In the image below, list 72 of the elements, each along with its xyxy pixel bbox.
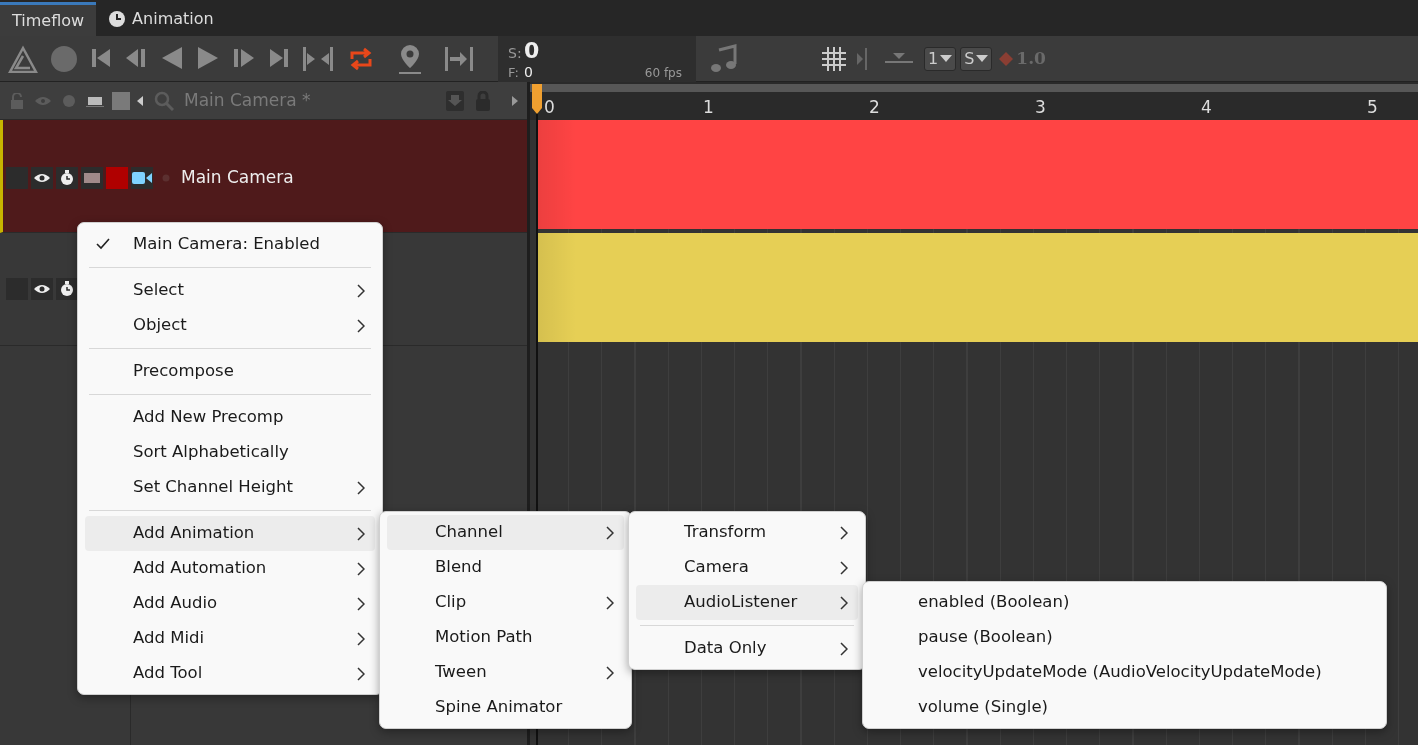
menu-item[interactable]: Spine Animator xyxy=(387,690,624,725)
menu-item[interactable]: Add Automation xyxy=(85,551,375,586)
menu-item[interactable]: Set Channel Height xyxy=(85,470,375,505)
ruler-label: 2 xyxy=(869,96,880,119)
track-rect-toggle[interactable] xyxy=(81,166,103,189)
lock-toggle[interactable] xyxy=(6,166,28,189)
menu-item[interactable]: Tween xyxy=(387,655,624,690)
color-swatch-icon[interactable] xyxy=(112,91,130,110)
frames-label: F: xyxy=(508,63,519,82)
visibility-toggle[interactable] xyxy=(31,278,53,300)
menu-item[interactable]: Select xyxy=(85,273,375,308)
menu-item[interactable]: Precompose xyxy=(85,354,375,389)
seconds-label: S: xyxy=(508,43,522,63)
menu-item[interactable]: Data Only xyxy=(636,631,858,666)
search-icon xyxy=(154,90,174,111)
visibility-toggle[interactable] xyxy=(31,166,53,189)
fit-button[interactable] xyxy=(302,44,334,73)
menu-item[interactable]: Add Tool xyxy=(85,656,375,691)
menu-item[interactable]: enabled (Boolean) xyxy=(870,585,1379,620)
ruler-label: 0 xyxy=(544,96,555,119)
clock-toggle[interactable] xyxy=(56,166,78,189)
frames-value: 0 xyxy=(524,62,533,82)
record-button[interactable] xyxy=(50,44,78,73)
marker-button[interactable] xyxy=(396,42,424,75)
track-name: Main Camera xyxy=(181,166,294,189)
menu-item[interactable]: Add Audio xyxy=(85,586,375,621)
menu-item[interactable]: AudioListener xyxy=(636,585,858,620)
dropdown[interactable]: 1 xyxy=(924,46,957,71)
tab[interactable]: Timeflow xyxy=(0,2,97,36)
caret-icon xyxy=(976,54,989,63)
ruler-label: 5 xyxy=(1367,96,1378,119)
music-note-button[interactable] xyxy=(710,43,738,74)
menu-item[interactable]: pause (Boolean) xyxy=(870,620,1379,655)
expand-icon[interactable] xyxy=(511,94,519,107)
camera-icon xyxy=(132,170,152,185)
menu-item[interactable]: Add Animation xyxy=(85,516,375,551)
clip[interactable] xyxy=(536,120,1418,229)
menu-item[interactable]: Clip xyxy=(387,585,624,620)
menu-item[interactable]: Motion Path xyxy=(387,620,624,655)
menu-item[interactable]: Blend xyxy=(387,550,624,585)
collapse-icon[interactable] xyxy=(136,94,144,107)
logo-icon[interactable] xyxy=(8,44,38,73)
clip[interactable] xyxy=(536,233,1418,342)
ruler-label: 1 xyxy=(703,96,714,119)
menu-item[interactable]: Transform xyxy=(636,515,858,550)
dropdown[interactable]: S xyxy=(960,46,993,71)
diamond-icon xyxy=(998,50,1015,67)
seconds-value: 0 xyxy=(524,36,540,65)
fps-label: 60 fps xyxy=(644,64,682,82)
menu-item[interactable]: Sort Alphabetically xyxy=(85,435,375,470)
menu-item[interactable]: Object xyxy=(85,308,375,343)
ruler-label: 3 xyxy=(1035,96,1046,119)
camera-toggle[interactable] xyxy=(131,166,153,189)
track-rect-icon[interactable] xyxy=(86,94,104,107)
menu-item[interactable]: volume (Single) xyxy=(870,690,1379,725)
track-rect-icon xyxy=(84,172,100,183)
eye-icon xyxy=(33,283,51,295)
track-header[interactable]: Main Camera xyxy=(0,120,527,233)
menu-item[interactable]: Camera xyxy=(636,550,858,585)
tab[interactable]: Animation xyxy=(96,2,226,36)
menu-item[interactable]: Channel xyxy=(387,515,624,550)
grid-button[interactable] xyxy=(820,44,848,73)
track-color-swatch[interactable] xyxy=(106,166,128,189)
ruler-label: 4 xyxy=(1201,96,1212,119)
menu-item[interactable]: Add Midi xyxy=(85,621,375,656)
menu-item[interactable]: velocityUpdateMode (AudioVelocityUpdateMode) xyxy=(870,655,1379,690)
save-icon[interactable] xyxy=(445,89,465,112)
jump-to-end-button[interactable] xyxy=(444,44,474,73)
clock-toggle[interactable] xyxy=(56,278,78,300)
menu-item[interactable]: Add New Precomp xyxy=(85,400,375,435)
eye-icon xyxy=(33,171,51,184)
caret-icon xyxy=(940,54,953,63)
